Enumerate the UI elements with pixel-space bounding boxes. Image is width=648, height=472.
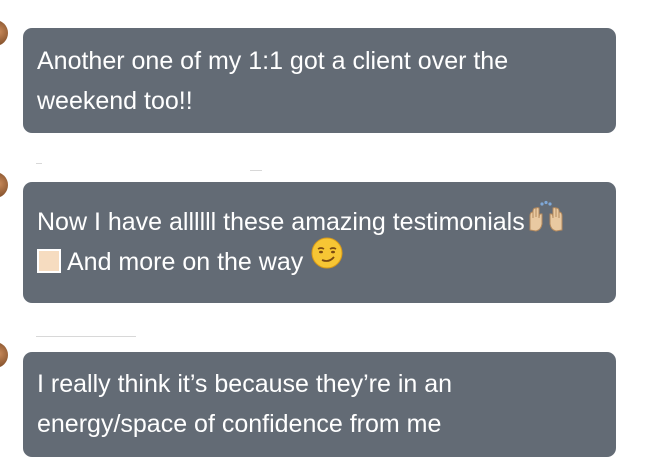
avatar[interactable]: [0, 342, 8, 368]
message-text: Now I have allllll these amazing testimo…: [37, 208, 525, 236]
smirking-face-icon: [311, 237, 343, 269]
message-line: And more on the way: [37, 237, 602, 282]
avatar[interactable]: [0, 20, 8, 46]
message-text: And more on the way: [67, 248, 304, 276]
divider: [36, 336, 136, 337]
message-bubble[interactable]: Another one of my 1:1 got a client over …: [23, 28, 616, 133]
divider: [36, 163, 42, 164]
avatar[interactable]: [0, 172, 8, 198]
chat-thread: Another one of my 1:1 got a client over …: [0, 0, 648, 472]
message-line: I really think it’s because they’re in a…: [37, 370, 453, 398]
message-bubble[interactable]: Now I have allllll these amazing testimo…: [23, 182, 616, 303]
message-line: energy/space of confidence from me: [37, 410, 442, 438]
message-bubble[interactable]: I really think it’s because they’re in a…: [23, 352, 616, 457]
raising-hands-icon: [529, 201, 563, 232]
skin-tone-square-icon: [37, 249, 61, 274]
message-line: Now I have allllll these amazing testimo…: [37, 201, 602, 242]
message-line: weekend too!!: [37, 87, 193, 115]
message-line: Another one of my 1:1 got a client over …: [37, 47, 509, 75]
divider: [250, 170, 262, 171]
